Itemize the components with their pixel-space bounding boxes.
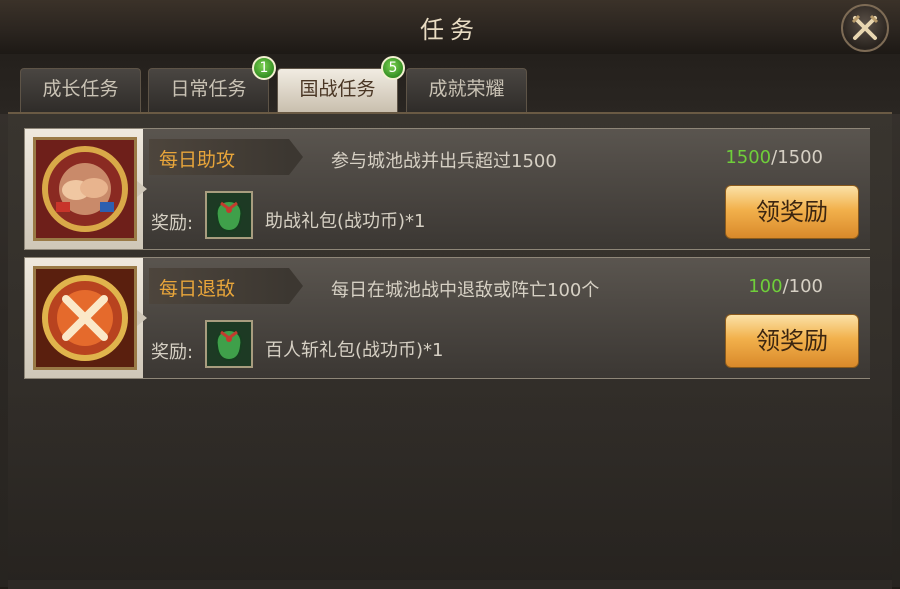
tab-nation-war-tasks[interactable]: 国战任务 5 — [277, 56, 405, 112]
card-arrow — [137, 310, 147, 326]
tab-label: 日常任务 — [170, 78, 247, 100]
task-icon-area — [25, 258, 143, 378]
ribbon-tip — [289, 268, 303, 304]
task-progress: 100/100 — [703, 276, 823, 297]
empty-list-area — [8, 380, 892, 580]
window-header: 任务 — [0, 0, 900, 55]
claim-reward-button[interactable]: 领奖励 — [725, 314, 859, 368]
task-content: 每日退敌 每日在城池战中退敌或阵亡100个 100/100 奖励: 百人斩礼包(… — [143, 258, 870, 378]
task-card: 每日助攻 参与城池战并出兵超过1500 1500/1500 奖励: 助战礼包(战… — [24, 128, 870, 250]
green-gift-bag-icon[interactable] — [205, 191, 253, 239]
notification-badge: 1 — [252, 56, 276, 80]
task-name: 每日退敌 — [159, 278, 236, 300]
task-description: 参与城池战并出兵超过1500 — [331, 151, 557, 172]
task-icon-area — [25, 129, 143, 249]
tab-achievements[interactable]: 成就荣耀 — [406, 68, 527, 112]
reward-name: 助战礼包(战功币)*1 — [265, 211, 426, 232]
tab-label: 成就荣耀 — [428, 78, 505, 100]
reward-name: 百人斩礼包(战功币)*1 — [265, 340, 444, 361]
reward-label: 奖励: — [151, 342, 194, 363]
progress-total: /1500 — [771, 147, 823, 168]
progress-total: /100 — [782, 276, 823, 297]
reward-label: 奖励: — [151, 213, 194, 234]
window-title: 任务 — [420, 16, 480, 44]
progress-current: 100 — [748, 276, 783, 297]
task-card: 每日退敌 每日在城池战中退敌或阵亡100个 100/100 奖励: 百人斩礼包(… — [24, 257, 870, 379]
progress-current: 1500 — [725, 147, 772, 168]
crossed-swords-close-icon — [851, 14, 879, 40]
green-gift-bag-icon[interactable] — [205, 320, 253, 368]
tab-growth-tasks[interactable]: 成长任务 — [20, 68, 141, 112]
task-name: 每日助攻 — [159, 149, 236, 171]
tab-daily-tasks[interactable]: 日常任务 1 — [148, 56, 276, 112]
tab-label: 成长任务 — [42, 78, 119, 100]
notification-badge: 5 — [381, 56, 405, 80]
task-progress: 1500/1500 — [703, 147, 823, 168]
tab-label: 国战任务 — [299, 78, 376, 100]
card-arrow — [137, 181, 147, 197]
ribbon-tip — [289, 139, 303, 175]
close-button[interactable] — [841, 4, 889, 52]
handshake-medal-icon — [33, 137, 137, 241]
crossed-swords-medal-icon — [33, 266, 137, 370]
task-window: 任务 成长任务 日常任务 1 国战任务 5 成就荣耀 每日助攻 参与城池战并出兵… — [0, 0, 900, 589]
task-description: 每日在城池战中退敌或阵亡100个 — [331, 280, 600, 301]
claim-reward-button[interactable]: 领奖励 — [725, 185, 859, 239]
task-content: 每日助攻 参与城池战并出兵超过1500 1500/1500 奖励: 助战礼包(战… — [143, 129, 870, 249]
